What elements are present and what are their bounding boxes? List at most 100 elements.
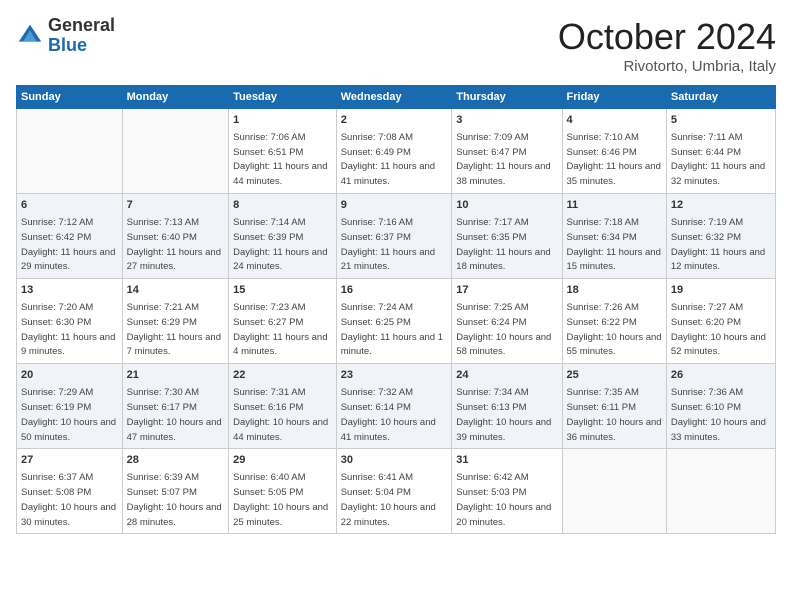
day-number: 7 bbox=[127, 198, 225, 213]
day-info: Sunrise: 7:17 AM Sunset: 6:35 PM Dayligh… bbox=[456, 217, 550, 272]
calendar-week-2: 6 Sunrise: 7:12 AM Sunset: 6:42 PM Daylig… bbox=[17, 194, 776, 279]
day-number: 17 bbox=[456, 283, 557, 298]
day-info: Sunrise: 7:24 AM Sunset: 6:25 PM Dayligh… bbox=[341, 302, 443, 357]
day-number: 27 bbox=[21, 453, 118, 468]
day-header-sunday: Sunday bbox=[17, 86, 123, 109]
day-number: 5 bbox=[671, 113, 771, 128]
day-number: 25 bbox=[567, 368, 662, 383]
calendar-cell: 11 Sunrise: 7:18 AM Sunset: 6:34 PM Dayli… bbox=[562, 194, 666, 279]
calendar-cell: 30 Sunrise: 6:41 AM Sunset: 5:04 PM Dayli… bbox=[336, 449, 452, 534]
month-title: October 2024 bbox=[558, 16, 776, 58]
day-info: Sunrise: 7:21 AM Sunset: 6:29 PM Dayligh… bbox=[127, 302, 221, 357]
calendar-cell: 22 Sunrise: 7:31 AM Sunset: 6:16 PM Dayli… bbox=[229, 364, 337, 449]
location: Rivotorto, Umbria, Italy bbox=[558, 58, 776, 75]
calendar-week-1: 1Sunrise: 7:06 AM Sunset: 6:51 PM Daylig… bbox=[17, 109, 776, 194]
day-info: Sunrise: 7:27 AM Sunset: 6:20 PM Dayligh… bbox=[671, 302, 766, 357]
calendar-cell: 9 Sunrise: 7:16 AM Sunset: 6:37 PM Daylig… bbox=[336, 194, 452, 279]
day-info: Sunrise: 7:26 AM Sunset: 6:22 PM Dayligh… bbox=[567, 302, 662, 357]
calendar-cell: 23 Sunrise: 7:32 AM Sunset: 6:14 PM Dayli… bbox=[336, 364, 452, 449]
day-header-tuesday: Tuesday bbox=[229, 86, 337, 109]
day-number: 15 bbox=[233, 283, 332, 298]
day-info: Sunrise: 7:14 AM Sunset: 6:39 PM Dayligh… bbox=[233, 217, 327, 272]
calendar-cell: 10 Sunrise: 7:17 AM Sunset: 6:35 PM Dayli… bbox=[452, 194, 562, 279]
day-header-wednesday: Wednesday bbox=[336, 86, 452, 109]
day-number: 6 bbox=[21, 198, 118, 213]
calendar-cell: 1Sunrise: 7:06 AM Sunset: 6:51 PM Daylig… bbox=[229, 109, 337, 194]
day-info: Sunrise: 7:12 AM Sunset: 6:42 PM Dayligh… bbox=[21, 217, 115, 272]
day-info: Sunrise: 7:16 AM Sunset: 6:37 PM Dayligh… bbox=[341, 217, 435, 272]
day-number: 22 bbox=[233, 368, 332, 383]
calendar-cell: 7 Sunrise: 7:13 AM Sunset: 6:40 PM Daylig… bbox=[122, 194, 229, 279]
logo-text: General Blue bbox=[48, 16, 115, 56]
title-block: October 2024 Rivotorto, Umbria, Italy bbox=[558, 16, 776, 75]
day-info: Sunrise: 7:09 AM Sunset: 6:47 PM Dayligh… bbox=[456, 132, 550, 187]
day-info: Sunrise: 7:31 AM Sunset: 6:16 PM Dayligh… bbox=[233, 387, 328, 442]
day-number: 29 bbox=[233, 453, 332, 468]
calendar-cell bbox=[562, 449, 666, 534]
day-header-saturday: Saturday bbox=[666, 86, 775, 109]
calendar-cell: 2Sunrise: 7:08 AM Sunset: 6:49 PM Daylig… bbox=[336, 109, 452, 194]
day-number: 16 bbox=[341, 283, 448, 298]
calendar-cell: 8 Sunrise: 7:14 AM Sunset: 6:39 PM Daylig… bbox=[229, 194, 337, 279]
day-info: Sunrise: 7:18 AM Sunset: 6:34 PM Dayligh… bbox=[567, 217, 661, 272]
day-number: 26 bbox=[671, 368, 771, 383]
day-info: Sunrise: 7:10 AM Sunset: 6:46 PM Dayligh… bbox=[567, 132, 661, 187]
calendar-cell bbox=[666, 449, 775, 534]
calendar-cell bbox=[17, 109, 123, 194]
day-number: 19 bbox=[671, 283, 771, 298]
calendar-cell: 13 Sunrise: 7:20 AM Sunset: 6:30 PM Dayli… bbox=[17, 279, 123, 364]
calendar-week-5: 27 Sunrise: 6:37 AM Sunset: 5:08 PM Dayli… bbox=[17, 449, 776, 534]
day-number: 18 bbox=[567, 283, 662, 298]
day-number: 23 bbox=[341, 368, 448, 383]
day-info: Sunrise: 7:23 AM Sunset: 6:27 PM Dayligh… bbox=[233, 302, 327, 357]
calendar-cell: 26Sunrise: 7:36 AM Sunset: 6:10 PM Dayli… bbox=[666, 364, 775, 449]
calendar-week-4: 20Sunrise: 7:29 AM Sunset: 6:19 PM Dayli… bbox=[17, 364, 776, 449]
day-info: Sunrise: 6:37 AM Sunset: 5:08 PM Dayligh… bbox=[21, 472, 116, 527]
day-info: Sunrise: 6:40 AM Sunset: 5:05 PM Dayligh… bbox=[233, 472, 328, 527]
calendar-cell: 15 Sunrise: 7:23 AM Sunset: 6:27 PM Dayli… bbox=[229, 279, 337, 364]
day-info: Sunrise: 6:41 AM Sunset: 5:04 PM Dayligh… bbox=[341, 472, 436, 527]
day-number: 10 bbox=[456, 198, 557, 213]
day-info: Sunrise: 7:20 AM Sunset: 6:30 PM Dayligh… bbox=[21, 302, 115, 357]
day-info: Sunrise: 7:13 AM Sunset: 6:40 PM Dayligh… bbox=[127, 217, 221, 272]
calendar-cell: 19 Sunrise: 7:27 AM Sunset: 6:20 PM Dayli… bbox=[666, 279, 775, 364]
calendar-cell bbox=[122, 109, 229, 194]
calendar-cell: 16 Sunrise: 7:24 AM Sunset: 6:25 PM Dayli… bbox=[336, 279, 452, 364]
calendar-cell: 28 Sunrise: 6:39 AM Sunset: 5:07 PM Dayli… bbox=[122, 449, 229, 534]
calendar-table: SundayMondayTuesdayWednesdayThursdayFrid… bbox=[16, 85, 776, 534]
calendar-cell: 20Sunrise: 7:29 AM Sunset: 6:19 PM Dayli… bbox=[17, 364, 123, 449]
day-number: 11 bbox=[567, 198, 662, 213]
calendar-cell: 18 Sunrise: 7:26 AM Sunset: 6:22 PM Dayli… bbox=[562, 279, 666, 364]
day-info: Sunrise: 7:32 AM Sunset: 6:14 PM Dayligh… bbox=[341, 387, 436, 442]
day-number: 13 bbox=[21, 283, 118, 298]
logo-blue-text: Blue bbox=[48, 36, 115, 56]
day-number: 2 bbox=[341, 113, 448, 128]
day-number: 3 bbox=[456, 113, 557, 128]
calendar-cell: 24 Sunrise: 7:34 AM Sunset: 6:13 PM Dayli… bbox=[452, 364, 562, 449]
day-number: 30 bbox=[341, 453, 448, 468]
day-number: 28 bbox=[127, 453, 225, 468]
logo-general-text: General bbox=[48, 16, 115, 36]
day-info: Sunrise: 7:29 AM Sunset: 6:19 PM Dayligh… bbox=[21, 387, 116, 442]
day-number: 8 bbox=[233, 198, 332, 213]
logo: General Blue bbox=[16, 16, 115, 56]
day-number: 9 bbox=[341, 198, 448, 213]
day-number: 21 bbox=[127, 368, 225, 383]
calendar-cell: 6 Sunrise: 7:12 AM Sunset: 6:42 PM Daylig… bbox=[17, 194, 123, 279]
calendar-cell: 29 Sunrise: 6:40 AM Sunset: 5:05 PM Dayli… bbox=[229, 449, 337, 534]
day-number: 24 bbox=[456, 368, 557, 383]
day-info: Sunrise: 7:25 AM Sunset: 6:24 PM Dayligh… bbox=[456, 302, 551, 357]
calendar-cell: 31Sunrise: 6:42 AM Sunset: 5:03 PM Dayli… bbox=[452, 449, 562, 534]
day-info: Sunrise: 6:39 AM Sunset: 5:07 PM Dayligh… bbox=[127, 472, 222, 527]
calendar-cell: 25Sunrise: 7:35 AM Sunset: 6:11 PM Dayli… bbox=[562, 364, 666, 449]
day-number: 12 bbox=[671, 198, 771, 213]
day-info: Sunrise: 7:06 AM Sunset: 6:51 PM Dayligh… bbox=[233, 132, 327, 187]
day-header-thursday: Thursday bbox=[452, 86, 562, 109]
day-header-monday: Monday bbox=[122, 86, 229, 109]
calendar-header-row: SundayMondayTuesdayWednesdayThursdayFrid… bbox=[17, 86, 776, 109]
day-info: Sunrise: 6:42 AM Sunset: 5:03 PM Dayligh… bbox=[456, 472, 551, 527]
page-header: General Blue October 2024 Rivotorto, Umb… bbox=[16, 16, 776, 75]
calendar-cell: 17 Sunrise: 7:25 AM Sunset: 6:24 PM Dayli… bbox=[452, 279, 562, 364]
day-info: Sunrise: 7:34 AM Sunset: 6:13 PM Dayligh… bbox=[456, 387, 551, 442]
day-info: Sunrise: 7:30 AM Sunset: 6:17 PM Dayligh… bbox=[127, 387, 222, 442]
